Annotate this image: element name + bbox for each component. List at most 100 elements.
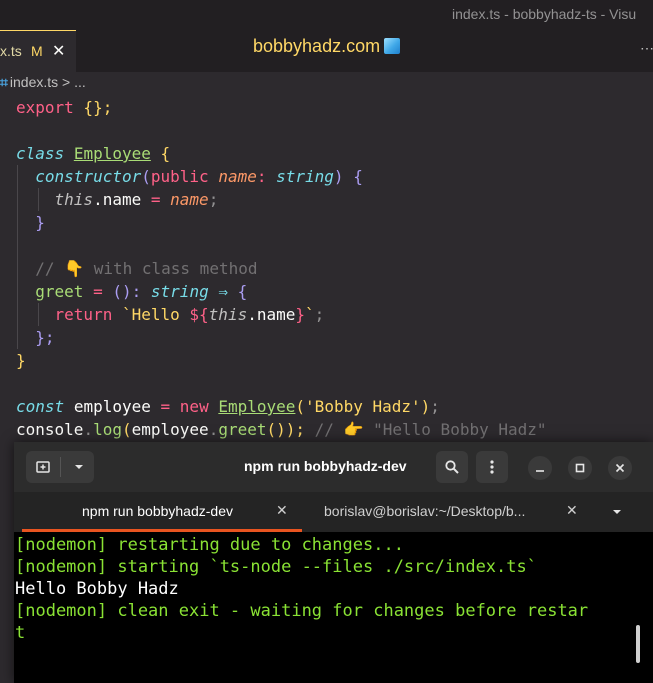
terminal-output[interactable]: [nodemon] restarting due to changes... [… [14, 532, 653, 683]
maximize-icon [575, 463, 585, 473]
method-call: log [93, 420, 122, 439]
member: .name [247, 305, 296, 324]
terminal-title: npm run bobbyhadz-dev [244, 458, 407, 474]
breadcrumb-file[interactable]: index.ts [10, 74, 58, 90]
code-line-9: greet = (): string ⇒ { [16, 282, 247, 305]
code-line-8: // 👇 with class method [16, 259, 257, 282]
comment: // 👇 with class method [35, 259, 258, 278]
code-line-11: }; [16, 328, 54, 351]
terminal-window: npm run bobbyhadz-dev npm run bobbyhadz-… [14, 442, 653, 683]
close-icon [615, 463, 625, 473]
paren: ) [420, 397, 431, 416]
terminal-tab-shell[interactable]: borislav@borislav:~/Desktop/b... ✕ [310, 492, 600, 532]
code-line-10: return `Hello ${this.name}`; [16, 305, 325, 328]
watermark-text: bobbyhadz.com [253, 36, 381, 56]
interp-open: ${ [189, 305, 209, 324]
breadcrumb: ⌗ index.ts > ... [0, 74, 86, 96]
modified-badge: M [31, 43, 43, 59]
window-titlebar: index.ts - bobbyhadz-ts - Visu [0, 0, 653, 30]
brace: { [237, 282, 248, 301]
keyword: export [16, 98, 74, 117]
terminal-tab-label: npm run bobbyhadz-dev [82, 503, 233, 519]
brace: } [16, 351, 26, 370]
terminal-tab-bar: npm run bobbyhadz-dev ✕ borislav@borisla… [14, 492, 653, 532]
new-tab-button[interactable] [26, 451, 94, 483]
cube-icon [384, 38, 401, 54]
paren: ( [295, 397, 306, 416]
paren: ( [141, 167, 151, 186]
close-icon[interactable]: ✕ [566, 502, 578, 519]
code-editor[interactable]: export {}; class Employee { constructor(… [0, 96, 653, 442]
editor-tab-index-ts[interactable]: x.ts M ✕ [0, 30, 76, 72]
close-window-button[interactable] [608, 456, 632, 480]
editor-tab-bar: x.ts M ✕ bobbyhadz.com ⋯ [0, 30, 653, 72]
semicolon: ; [430, 397, 440, 416]
type: string [276, 167, 334, 186]
code-line-15: console.log(employee.greet()); // 👉 "Hel… [16, 420, 547, 443]
search-button[interactable] [436, 451, 468, 483]
braces: {}; [73, 98, 113, 117]
arrow: ⇒ [218, 282, 228, 301]
terminal-tab-npm[interactable]: npm run bobbyhadz-dev ✕ [14, 492, 310, 532]
maximize-button[interactable] [568, 456, 592, 480]
code-line-1: export {}; [16, 98, 112, 121]
menu-button[interactable] [476, 451, 508, 483]
parens: (): [112, 282, 142, 301]
param: name [170, 190, 209, 209]
paren: ) [333, 167, 344, 186]
interp-close: } [295, 305, 306, 324]
type: string [150, 282, 209, 301]
semicolon: ; [314, 305, 325, 324]
breadcrumb-more[interactable]: ... [74, 74, 86, 90]
terminal-scrollbar[interactable] [636, 625, 640, 663]
breadcrumb-separator: > [62, 74, 71, 90]
operator: = [93, 282, 103, 301]
chevron-down-icon[interactable] [74, 463, 84, 471]
variable: employee [73, 397, 151, 416]
keyword: const [16, 397, 65, 416]
template-string: `Hello [121, 305, 190, 324]
minimize-icon [536, 470, 544, 472]
param: name [218, 167, 257, 186]
colon: : [256, 167, 267, 186]
editor-tab-label: x.ts [0, 43, 22, 59]
typescript-file-icon: ⌗ [0, 74, 8, 90]
terminal-line: [nodemon] restarting due to changes... [15, 535, 404, 555]
dot: . [208, 420, 219, 439]
terminal-line: t [15, 623, 26, 643]
code-line-12: } [16, 351, 26, 374]
code-line-3: class Employee { [16, 144, 170, 167]
terminal-line: [nodemon] starting `ts-node --files ./sr… [15, 557, 537, 577]
this-keyword: this [208, 305, 248, 324]
terminal-tab-label: borislav@borislav:~/Desktop/b... [324, 503, 526, 519]
method-name: greet [35, 282, 84, 301]
parens: ()); [266, 420, 306, 439]
string-literal: 'Bobby Hadz' [305, 397, 421, 416]
chevron-down-icon[interactable] [612, 508, 622, 516]
object: console [16, 420, 84, 439]
this-keyword: this [54, 190, 94, 209]
kebab-menu-icon [490, 460, 494, 474]
operator: = [160, 397, 171, 416]
modifier: public [150, 167, 209, 186]
code-line-5: this.name = name; [16, 190, 219, 213]
window-title: index.ts - bobbyhadz-ts - Visu [452, 6, 637, 22]
brace: { [353, 167, 363, 186]
dot: . [83, 420, 94, 439]
close-icon[interactable]: ✕ [52, 41, 65, 61]
paren: ( [121, 420, 132, 439]
keyword: constructor [35, 167, 142, 186]
terminal-headerbar: npm run bobbyhadz-dev [14, 442, 653, 492]
button-separator [60, 457, 61, 477]
template-string: ` [305, 305, 315, 324]
minimize-button[interactable] [528, 456, 552, 480]
code-line-4: constructor(public name: string) { [16, 167, 363, 190]
new-keyword: new [179, 397, 209, 416]
close-icon[interactable]: ✕ [276, 502, 288, 519]
semicolon: ; [208, 190, 219, 209]
method-call: greet [218, 420, 267, 439]
operator: = [150, 190, 161, 209]
code-line-6: } [16, 213, 45, 236]
tab-actions[interactable]: ⋯ [640, 40, 653, 57]
brace: } [35, 213, 45, 232]
